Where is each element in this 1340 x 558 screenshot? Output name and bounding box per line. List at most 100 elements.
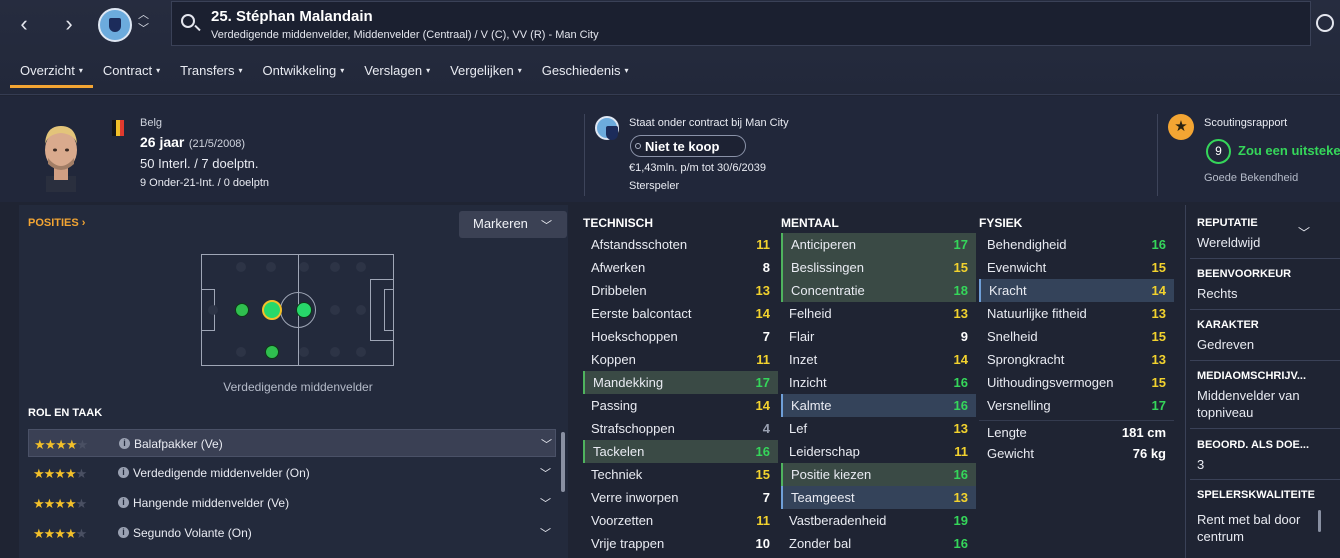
tab-contract[interactable]: Contract ▾ bbox=[93, 58, 170, 88]
info-icon[interactable]: i bbox=[118, 497, 129, 508]
attribute-row[interactable]: Afstandsschoten 11 bbox=[583, 233, 778, 256]
chevron-down-icon[interactable]: ﹀ bbox=[541, 436, 552, 452]
tab-transfers[interactable]: Transfers ▾ bbox=[170, 58, 252, 88]
positions-link[interactable]: POSITIES › bbox=[28, 217, 85, 229]
attribute-value: 10 bbox=[755, 536, 770, 551]
position-dot-wingback[interactable] bbox=[265, 345, 279, 359]
attribute-row[interactable]: Behendigheid 16 bbox=[979, 233, 1174, 256]
tab-development[interactable]: Ontwikkeling ▾ bbox=[253, 58, 355, 88]
role-name: Balafpakker (Ve) bbox=[134, 437, 223, 451]
attribute-value: 15 bbox=[1151, 260, 1166, 275]
attribute-row[interactable]: Snelheid 15 bbox=[979, 325, 1174, 348]
attribute-row[interactable]: Positie kiezen 16 bbox=[781, 463, 976, 486]
role-row[interactable]: ★★★★★ i Segundo Volante (On) ﹀ bbox=[28, 519, 556, 547]
attribute-row[interactable]: Anticiperen 17 bbox=[781, 233, 976, 256]
tab-reports[interactable]: Verslagen ▾ bbox=[354, 58, 440, 88]
sidebar-scrollbar[interactable] bbox=[1318, 510, 1321, 532]
tab-bar: Overzicht ▾ Contract ▾ Transfers ▾ Ontwikke… bbox=[10, 58, 639, 88]
player-face bbox=[45, 126, 77, 192]
attribute-row[interactable]: Kracht 14 bbox=[979, 279, 1174, 302]
attribute-row[interactable]: Eerste balcontact 14 bbox=[583, 302, 778, 325]
attribute-name: Sprongkracht bbox=[987, 352, 1065, 367]
attribute-name: Techniek bbox=[591, 467, 643, 482]
help-icon[interactable] bbox=[1316, 14, 1334, 32]
transfer-status-pill[interactable]: Niet te koop bbox=[630, 135, 746, 157]
attribute-row[interactable]: Koppen 11 bbox=[583, 348, 778, 371]
divider bbox=[1190, 258, 1340, 259]
attribute-row[interactable]: Teamgeest 13 bbox=[781, 486, 976, 509]
attribute-row[interactable]: Flair 9 bbox=[781, 325, 976, 348]
attribute-row[interactable]: Vrije trappen 10 bbox=[583, 532, 778, 555]
club-switch-chevrons-icon[interactable]: ︿ ﹀ bbox=[138, 8, 152, 36]
role-name: Segundo Volante (On) bbox=[133, 526, 252, 540]
club-crest-small-icon bbox=[595, 116, 619, 140]
attribute-row[interactable]: Techniek 15 bbox=[583, 463, 778, 486]
chevron-down-icon[interactable]: ﹀ bbox=[540, 465, 551, 481]
scout-verdict[interactable]: Zou een uitsteke bbox=[1238, 143, 1340, 158]
attribute-name: Behendigheid bbox=[987, 237, 1067, 252]
u21-caps: 9 Onder-21-Int. / 0 doelptn bbox=[140, 177, 270, 189]
attribute-row[interactable]: Leiderschap 11 bbox=[781, 440, 976, 463]
attribute-row[interactable]: Afwerken 8 bbox=[583, 256, 778, 279]
attribute-value: 13 bbox=[1151, 306, 1166, 321]
position-dot-midfielder[interactable] bbox=[296, 302, 312, 318]
attribute-row[interactable]: Voorzetten 11 bbox=[583, 509, 778, 532]
attribute-row[interactable]: Zonder bal 16 bbox=[781, 532, 976, 555]
attribute-row[interactable]: Mandekking 17 bbox=[583, 371, 778, 394]
tab-overview[interactable]: Overzicht ▾ bbox=[10, 58, 93, 88]
tab-compare[interactable]: Vergelijken ▾ bbox=[440, 58, 532, 88]
attribute-value: 7 bbox=[762, 329, 770, 344]
attribute-row[interactable]: Dribbelen 13 bbox=[583, 279, 778, 302]
info-icon[interactable]: i bbox=[118, 467, 129, 478]
attribute-value: 14 bbox=[755, 306, 770, 321]
info-icon[interactable]: i bbox=[118, 527, 129, 538]
attribute-row[interactable]: Felheid 13 bbox=[781, 302, 976, 325]
player-subtitle: Verdedigende middenvelder, Middenvelder … bbox=[211, 29, 599, 41]
attribute-row[interactable]: Evenwicht 15 bbox=[979, 256, 1174, 279]
attribute-row[interactable]: Sprongkracht 13 bbox=[979, 348, 1174, 371]
attribute-row[interactable]: Tackelen 16 bbox=[583, 440, 778, 463]
attribute-name: Evenwicht bbox=[987, 260, 1047, 275]
attribute-row[interactable]: Kalmte 16 bbox=[781, 394, 976, 417]
status-dot-icon bbox=[635, 143, 641, 149]
chevron-down-icon[interactable]: ﹀ bbox=[540, 495, 551, 511]
role-row[interactable]: ★★★★★ i Balafpakker (Ve) ﹀ bbox=[28, 429, 556, 457]
back-arrow-icon[interactable]: ‹ bbox=[10, 10, 38, 38]
attribute-row[interactable]: Inzet 14 bbox=[781, 348, 976, 371]
attribute-row[interactable]: Uithoudingsvermogen 15 bbox=[979, 371, 1174, 394]
squad-status: Sterspeler bbox=[629, 180, 680, 192]
media-value: Middenvelder van topniveau bbox=[1197, 388, 1300, 420]
attribute-value: 18 bbox=[953, 283, 968, 298]
forward-arrow-icon[interactable]: › bbox=[55, 10, 83, 38]
attribute-value: 19 bbox=[953, 513, 968, 528]
attribute-name: Kalmte bbox=[791, 398, 832, 413]
attribute-row[interactable]: Passing 14 bbox=[583, 394, 778, 417]
position-dot-defender[interactable] bbox=[235, 303, 249, 317]
attribute-row[interactable]: Versnelling 17 bbox=[979, 394, 1174, 417]
attribute-row[interactable]: Strafschoppen 4 bbox=[583, 417, 778, 440]
role-row[interactable]: ★★★★★ i Hangende middenvelder (Ve) ﹀ bbox=[28, 489, 556, 517]
mark-dropdown-button[interactable]: Markeren ﹀ bbox=[459, 211, 567, 238]
foot-value: Rechts bbox=[1197, 286, 1238, 301]
player-search-box[interactable]: 25. Stéphan Malandain Verdedigende midde… bbox=[171, 1, 1311, 46]
attribute-row[interactable]: Vastberadenheid 19 bbox=[781, 509, 976, 532]
roles-scrollbar[interactable] bbox=[561, 432, 565, 492]
role-name: Verdedigende middenvelder (On) bbox=[133, 466, 310, 480]
info-icon[interactable]: i bbox=[119, 438, 130, 449]
attribute-row[interactable]: Verre inworpen 7 bbox=[583, 486, 778, 509]
attribute-row[interactable]: Natuurlijke fitheid 13 bbox=[979, 302, 1174, 325]
attribute-row[interactable]: Concentratie 18 bbox=[781, 279, 976, 302]
tab-history[interactable]: Geschiedenis ▾ bbox=[532, 58, 639, 88]
position-dot-main[interactable] bbox=[262, 300, 282, 320]
weight-value: 76 kg bbox=[1132, 446, 1166, 461]
attribute-row[interactable]: Hoekschoppen 7 bbox=[583, 325, 778, 348]
chevron-down-icon[interactable]: ﹀ bbox=[540, 525, 551, 541]
divider bbox=[1190, 360, 1340, 361]
attribute-row[interactable]: Inzicht 16 bbox=[781, 371, 976, 394]
attribute-row[interactable]: Lef 13 bbox=[781, 417, 976, 440]
attribute-name: Voorzetten bbox=[591, 513, 654, 528]
role-row[interactable]: ★★★★★ i Verdedigende middenvelder (On) ﹀ bbox=[28, 459, 556, 487]
attribute-row[interactable]: Beslissingen 15 bbox=[781, 256, 976, 279]
quality-heading: SPELERSKWALITEITE bbox=[1197, 489, 1315, 501]
club-crest-icon[interactable] bbox=[98, 8, 132, 42]
